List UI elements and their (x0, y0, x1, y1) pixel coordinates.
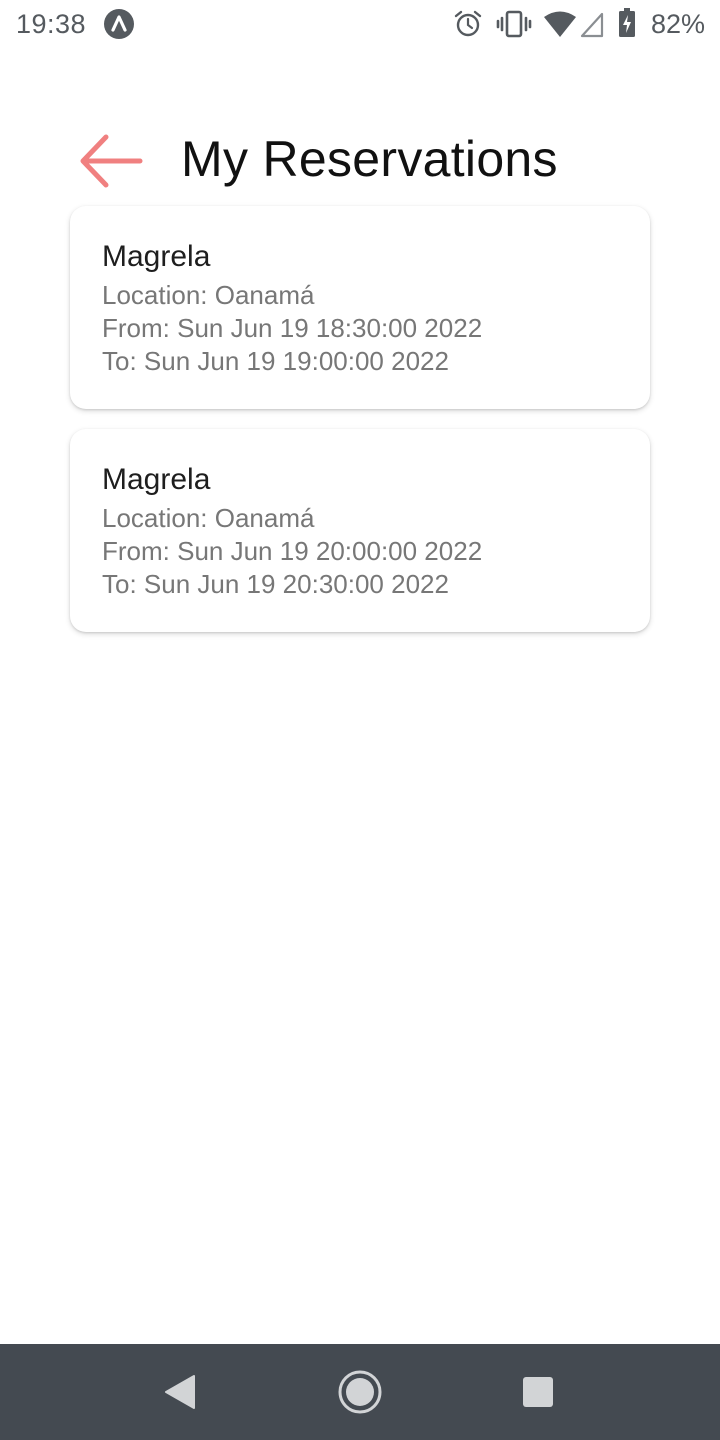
nav-back-icon (165, 1375, 195, 1409)
reservation-location: Location: Oanamá (102, 280, 315, 310)
reservation-from: From: Sun Jun 19 20:00:00 2022 (102, 536, 483, 566)
vibrate-icon (496, 10, 532, 38)
page-title: My Reservations (181, 131, 558, 187)
reservation-name: Magrela (102, 240, 211, 273)
nav-back-button[interactable] (156, 1368, 204, 1416)
reservation-to: To: Sun Jun 19 20:30:00 2022 (102, 569, 449, 599)
battery-percent: 82% (651, 9, 706, 39)
nav-recents-button[interactable] (514, 1368, 562, 1416)
battery-charging-icon (619, 8, 635, 37)
alarm-icon (454, 10, 482, 37)
navigation-bar (0, 1344, 720, 1440)
reservation-list: Magrela Location: Oanamá From: Sun Jun 1… (70, 206, 650, 652)
nav-home-icon (338, 1370, 382, 1414)
nav-recents-icon (523, 1377, 553, 1407)
app-notification-icon (104, 9, 134, 39)
status-time: 19:38 (16, 9, 87, 39)
back-button[interactable] (74, 128, 146, 194)
reservation-card[interactable]: Magrela Location: Oanamá From: Sun Jun 1… (70, 206, 650, 409)
reservation-to: To: Sun Jun 19 19:00:00 2022 (102, 346, 449, 376)
reservation-card[interactable]: Magrela Location: Oanamá From: Sun Jun 1… (70, 429, 650, 632)
cell-signal-icon (580, 12, 604, 38)
screen: 19:38 82% My Reservations Magrela Locati… (0, 0, 720, 1440)
arrow-left-icon (80, 134, 143, 188)
wifi-icon (544, 11, 576, 37)
reservation-location: Location: Oanamá (102, 503, 315, 533)
nav-home-button[interactable] (336, 1368, 384, 1416)
status-bar: 19:38 82% (0, 0, 720, 50)
reservation-name: Magrela (102, 463, 211, 496)
reservation-from: From: Sun Jun 19 18:30:00 2022 (102, 313, 483, 343)
